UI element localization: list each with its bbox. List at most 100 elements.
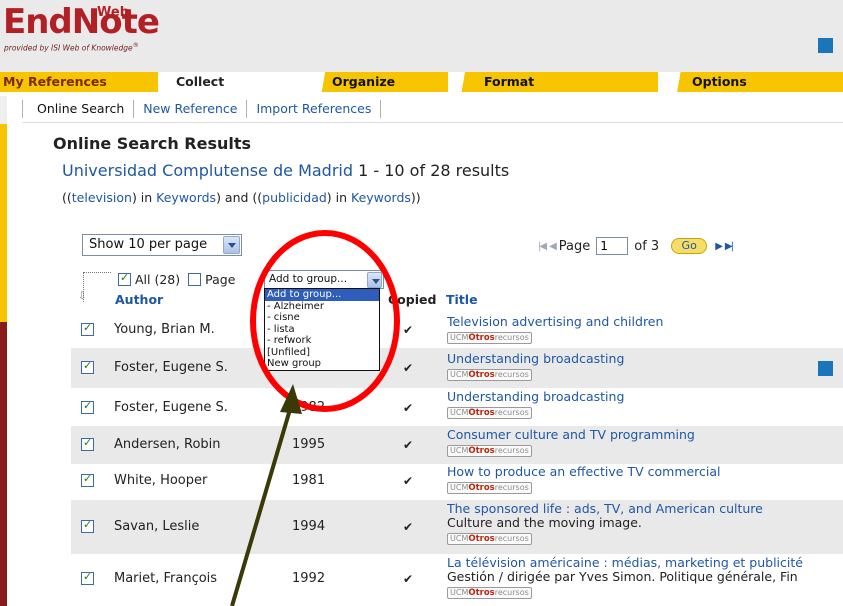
main-tabs: My References Collect Organize Format Op… bbox=[0, 72, 843, 92]
results-range: 1 - 10 of 28 results bbox=[358, 161, 510, 180]
row-checkbox[interactable] bbox=[81, 472, 94, 487]
go-button[interactable]: Go bbox=[671, 238, 708, 254]
table-row: White, Hooper 1981 ✔ How to produce an e… bbox=[71, 464, 843, 500]
copied-check-icon: ✔ bbox=[403, 438, 414, 452]
copied-check-icon: ✔ bbox=[403, 401, 414, 415]
row-author: Foster, Eugene S. bbox=[114, 400, 228, 415]
tab-options[interactable]: Options bbox=[658, 72, 843, 92]
row-author: White, Hooper bbox=[114, 473, 208, 488]
row-title-cell: How to produce an effective TV commercia… bbox=[447, 465, 843, 494]
column-header-author[interactable]: Author bbox=[115, 292, 163, 307]
select-all-controls: All (28) Page bbox=[118, 271, 236, 287]
arrow-down-icon: ⇩ bbox=[78, 291, 87, 302]
row-title-cell: Understanding broadcasting UCMOtrosrecur… bbox=[447, 390, 843, 419]
otros-recursos-link[interactable]: UCMOtrosrecursos bbox=[447, 533, 532, 545]
row-title-cell: La télévision américaine : médias, marke… bbox=[447, 556, 843, 599]
select-all-label: All (28) bbox=[135, 272, 181, 287]
row-author: Foster, Eugene S. bbox=[114, 360, 228, 375]
left-strip-yellow bbox=[0, 124, 7, 354]
tab-organize[interactable]: Organize bbox=[308, 72, 448, 92]
source-database-link[interactable]: Universidad Complutense de Madrid bbox=[62, 161, 353, 180]
decorative-blue-square bbox=[818, 38, 833, 53]
row-checkbox[interactable] bbox=[81, 518, 94, 533]
chevron-down-icon[interactable] bbox=[223, 236, 240, 254]
row-title-link[interactable]: How to produce an effective TV commercia… bbox=[447, 465, 843, 479]
row-series: Culture and the moving image. bbox=[447, 515, 642, 530]
table-row: Young, Brian M. ✔ Television advertising… bbox=[71, 312, 843, 348]
row-title-cell: The sponsored life : ads, TV, and Americ… bbox=[447, 502, 843, 545]
row-year: 1981 bbox=[292, 473, 326, 488]
selection-bracket bbox=[83, 272, 111, 302]
row-series: Gestión / dirigée par Yves Simon. Politi… bbox=[447, 569, 798, 584]
annotation-ellipse bbox=[250, 230, 400, 412]
column-header-title[interactable]: Title bbox=[446, 292, 478, 307]
subnav-divider bbox=[22, 122, 843, 123]
row-year: 1994 bbox=[292, 519, 326, 534]
row-title-link[interactable]: La télévision américaine : médias, marke… bbox=[447, 556, 843, 570]
copied-check-icon: ✔ bbox=[403, 520, 414, 534]
row-title-cell: Understanding broadcasting UCMOtrosrecur… bbox=[447, 352, 843, 381]
row-author: Savan, Leslie bbox=[114, 519, 200, 534]
otros-recursos-link[interactable]: UCMOtrosrecursos bbox=[447, 332, 532, 344]
row-title-link[interactable]: The sponsored life : ads, TV, and Americ… bbox=[447, 502, 843, 516]
select-page-checkbox[interactable] bbox=[188, 273, 202, 286]
copied-check-icon: ✔ bbox=[403, 474, 414, 488]
per-page-select[interactable]: Show 10 per page bbox=[82, 234, 242, 256]
query-term-television[interactable]: television bbox=[72, 190, 132, 205]
otros-recursos-link[interactable]: UCMOtrosrecursos bbox=[447, 587, 532, 599]
table-row: Foster, Eugene S. ✔ Understanding broadc… bbox=[71, 348, 843, 388]
row-year: 1992 bbox=[292, 571, 326, 586]
endnote-web-logo[interactable]: EndNote Web provided by ISI Web of Knowl… bbox=[3, 2, 223, 54]
page-number-input[interactable] bbox=[596, 237, 629, 255]
results-summary: Universidad Complutense de Madrid 1 - 10… bbox=[62, 161, 509, 180]
row-title-link[interactable]: Understanding broadcasting bbox=[447, 352, 843, 366]
table-row: Andersen, Robin 1995 ✔ Consumer culture … bbox=[71, 426, 843, 464]
otros-recursos-link[interactable]: UCMOtrosrecursos bbox=[447, 369, 532, 381]
query-field-keywords[interactable]: Keywords bbox=[156, 190, 216, 205]
tab-format[interactable]: Format bbox=[448, 72, 658, 92]
otros-recursos-link[interactable]: UCMOtrosrecursos bbox=[447, 482, 532, 494]
row-title-link[interactable]: Television advertising and children bbox=[447, 315, 843, 329]
query-field-keywords-2[interactable]: Keywords bbox=[351, 190, 411, 205]
select-all-checkbox[interactable] bbox=[118, 271, 131, 286]
pagination: |◀ ◀ Page of 3 Go ▶ ▶| bbox=[538, 236, 736, 256]
table-row: Foster, Eugene S. 1982 ✔ Understanding b… bbox=[71, 388, 843, 428]
page-count: of 3 bbox=[634, 238, 660, 254]
copied-check-icon: ✔ bbox=[403, 572, 414, 586]
collect-subnav: Online Search New Reference Import Refer… bbox=[22, 96, 382, 122]
first-page-icon[interactable]: |◀ bbox=[538, 241, 547, 252]
subnav-import-references[interactable]: Import References bbox=[247, 100, 382, 118]
left-strip-gray bbox=[0, 96, 7, 124]
subnav-new-reference[interactable]: New Reference bbox=[134, 100, 248, 118]
left-strip-red bbox=[0, 322, 7, 606]
table-row: Mariet, François 1992 ✔ La télévision am… bbox=[71, 554, 843, 606]
row-checkbox[interactable] bbox=[81, 570, 94, 585]
query-term-publicidad[interactable]: publicidad bbox=[262, 190, 327, 205]
next-page-icon[interactable]: ▶ bbox=[715, 241, 723, 252]
row-checkbox[interactable] bbox=[81, 399, 94, 414]
row-author: Andersen, Robin bbox=[114, 437, 221, 452]
row-checkbox[interactable] bbox=[81, 359, 94, 374]
subnav-online-search[interactable]: Online Search bbox=[22, 100, 135, 118]
last-page-icon[interactable]: ▶| bbox=[725, 241, 734, 252]
row-year: 1995 bbox=[292, 437, 326, 452]
prev-page-icon[interactable]: ◀ bbox=[549, 241, 557, 252]
row-checkbox[interactable] bbox=[81, 321, 94, 336]
app-header: EndNote Web provided by ISI Web of Knowl… bbox=[0, 0, 843, 72]
row-title-link[interactable]: Understanding broadcasting bbox=[447, 390, 843, 404]
tab-my-references[interactable]: My References bbox=[0, 72, 158, 92]
row-author: Mariet, François bbox=[114, 571, 218, 586]
select-page-label: Page bbox=[205, 272, 236, 287]
otros-recursos-link[interactable]: UCMOtrosrecursos bbox=[447, 407, 532, 419]
per-page-value: Show 10 per page bbox=[89, 237, 208, 252]
table-row: Savan, Leslie 1994 ✔ The sponsored life … bbox=[71, 500, 843, 554]
logo-endnote-text: EndNote bbox=[3, 2, 160, 42]
copied-check-icon: ✔ bbox=[403, 361, 414, 375]
otros-recursos-link[interactable]: UCMOtrosrecursos bbox=[447, 445, 532, 457]
row-title-cell: Consumer culture and TV programming UCMO… bbox=[447, 428, 843, 457]
page-title: Online Search Results bbox=[53, 134, 252, 153]
search-query: ((television) in Keywords) and ((publici… bbox=[62, 190, 421, 205]
row-title-link[interactable]: Consumer culture and TV programming bbox=[447, 428, 843, 442]
tab-collect[interactable]: Collect bbox=[158, 72, 308, 92]
row-checkbox[interactable] bbox=[81, 436, 94, 451]
